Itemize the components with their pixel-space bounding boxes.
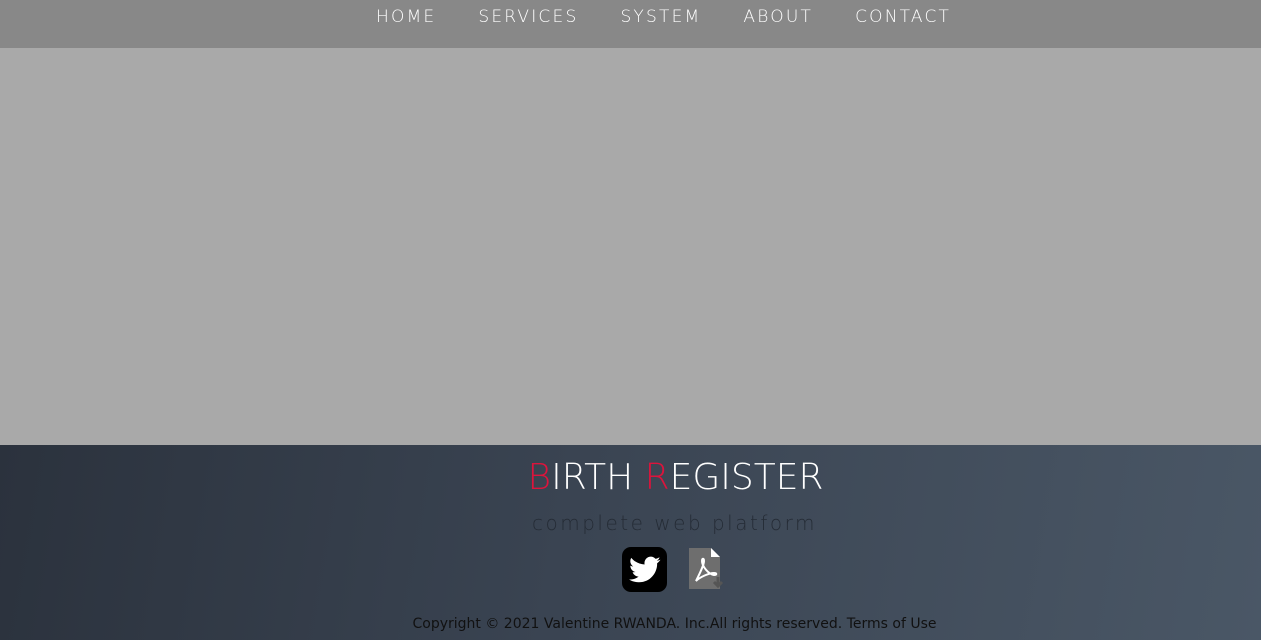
hero-section [0, 48, 1261, 445]
brand-initial-b: B [527, 457, 552, 498]
twitter-icon [628, 556, 660, 582]
twitter-button[interactable] [622, 547, 667, 592]
tagline: complete web platform [532, 511, 817, 535]
nav-item-system[interactable]: SYSTEM [620, 7, 701, 27]
terms-of-use-link[interactable]: Terms of Use [847, 616, 937, 632]
footer: BIRTH REGISTER complete web platform Cop… [0, 445, 1261, 640]
nav-menu: HOME SERVICES SYSTEM ABOUT CONTACT [376, 7, 951, 27]
nav-item-home[interactable]: HOME [376, 7, 436, 27]
nav-item-about[interactable]: ABOUT [743, 7, 813, 27]
copyright-line: Copyright © 2021 Valentine RWANDA. Inc.A… [0, 615, 1261, 633]
page: HOME SERVICES SYSTEM ABOUT CONTACT BIRTH… [0, 0, 1261, 640]
navbar: HOME SERVICES SYSTEM ABOUT CONTACT [0, 0, 1261, 48]
brand-title: BIRTH REGISTER [0, 458, 1261, 498]
nav-item-services[interactable]: SERVICES [478, 7, 578, 27]
copyright-text: Copyright © 2021 Valentine RWANDA. Inc.A… [412, 616, 843, 632]
pdf-download-button[interactable] [688, 547, 728, 592]
pdf-download-icon [689, 548, 724, 589]
brand-word1-rest: IRTH [551, 457, 645, 498]
social-links [622, 547, 728, 592]
brand-initial-r: R [644, 457, 670, 498]
nav-item-contact[interactable]: CONTACT [855, 7, 951, 27]
brand-word2-rest: EGISTER [669, 457, 824, 498]
